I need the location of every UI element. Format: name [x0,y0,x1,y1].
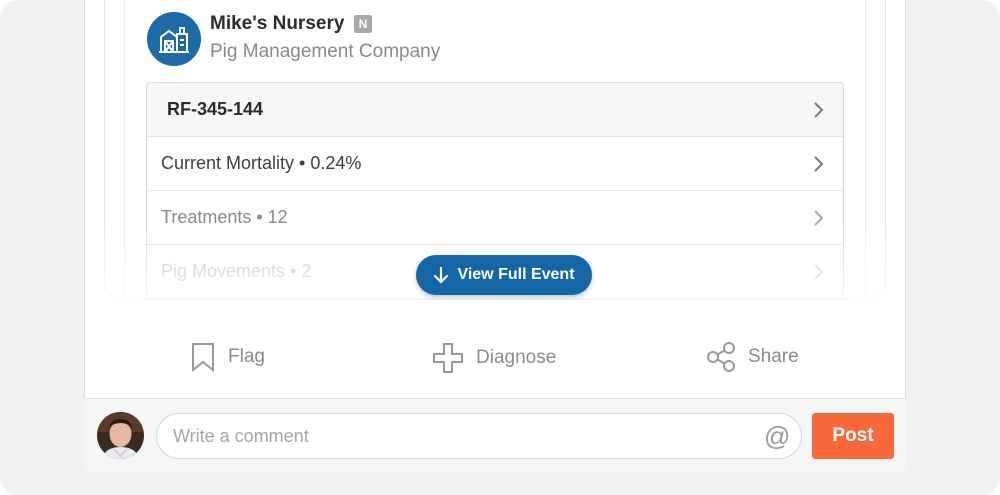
chevron-right-icon [814,101,824,118]
diagnose-button[interactable]: Diagnose [432,342,556,374]
company-logo[interactable] [147,12,201,66]
diagnose-label: Diagnose [476,347,557,368]
company-type: Pig Management Company [210,41,441,62]
flag-button[interactable]: Flag [190,342,265,372]
comment-input[interactable] [156,413,802,459]
plus-icon [433,343,463,373]
company-name[interactable]: Mike's Nursery [210,13,344,35]
event-row-label: Treatments • 12 [161,207,288,227]
share-icon [707,342,735,372]
event-row-treatments[interactable]: Treatments • 12 [147,191,843,245]
event-row-label: Current Mortality • 0.24% [161,153,362,173]
barn-icon [159,27,189,53]
at-icon[interactable]: @ [764,421,790,452]
post-actions: Flag Diagnose Share [84,330,906,390]
chevron-right-icon [814,155,824,172]
chevron-right-icon [814,263,824,280]
avatar[interactable] [97,412,144,459]
event-row-id[interactable]: RF-345-144 [147,83,843,137]
share-label: Share [748,346,799,367]
arrow-down-icon [434,266,449,284]
app-frame: Mike's Nursery N Pig Management Company … [0,0,1000,495]
post-button[interactable]: Post [812,413,894,459]
view-full-event-label: View Full Event [457,266,575,283]
bookmark-icon [192,343,214,372]
event-row-mortality[interactable]: Current Mortality • 0.24% [147,137,843,191]
share-button[interactable]: Share [706,342,799,372]
avatar-image [97,412,144,459]
chevron-right-icon [814,209,824,226]
event-row-label: Pig Movements • 2 [161,261,312,281]
view-full-event-button[interactable]: View Full Event [416,255,592,295]
event-row-label: RF-345-144 [167,99,264,119]
company-badge: N [354,15,372,33]
flag-label: Flag [228,346,265,367]
